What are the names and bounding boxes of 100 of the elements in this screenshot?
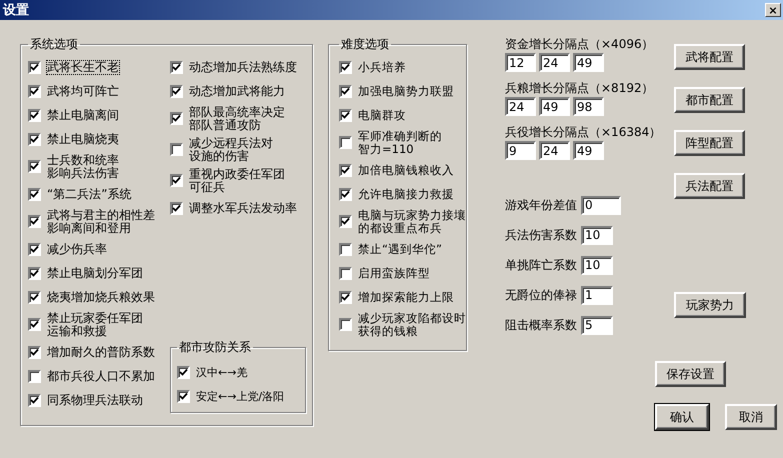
checkbox-label: 增加耐久的普防系数 <box>47 346 155 358</box>
checkbox-label: 重视内政委任军团 可征兵 <box>189 168 285 194</box>
checkbox[interactable] <box>28 215 41 228</box>
checkbox-label: 武将均可阵亡 <box>47 84 119 98</box>
number-field[interactable]: 24 <box>539 53 570 72</box>
checkbox-label: 小兵培养 <box>358 60 406 74</box>
checkbox[interactable] <box>28 160 41 173</box>
checkbox-label: 同系物理兵法联动 <box>47 394 143 406</box>
checkbox[interactable] <box>339 242 352 256</box>
checkbox[interactable] <box>339 164 352 176</box>
number-field[interactable]: 10 <box>581 256 613 274</box>
checkbox-label: 士兵数和统率 影响兵法伤害 <box>47 154 119 180</box>
number-field[interactable]: 98 <box>573 97 604 116</box>
checkbox-label: 禁止电脑划分军团 <box>47 266 143 280</box>
checkbox[interactable] <box>339 188 352 200</box>
checkbox[interactable] <box>177 366 190 378</box>
checkbox[interactable] <box>170 84 183 98</box>
number-field[interactable]: 0 <box>581 196 621 214</box>
checkbox[interactable] <box>28 108 41 122</box>
checkbox[interactable] <box>339 318 352 331</box>
checkbox-label: 调整水军兵法发动率 <box>189 202 297 214</box>
number-field[interactable]: 9 <box>505 141 536 160</box>
checkbox[interactable] <box>28 318 41 331</box>
number-field[interactable]: 5 <box>581 316 613 334</box>
checkbox-label: 加倍电脑钱粮收入 <box>358 164 454 176</box>
ok-button[interactable]: 确认 <box>655 404 709 430</box>
checkbox[interactable] <box>28 188 41 200</box>
checkbox-label: 禁止电脑烧夷 <box>47 132 119 146</box>
checkbox[interactable] <box>170 112 183 125</box>
checkbox[interactable] <box>339 108 352 122</box>
checkbox-label: 禁止“遇到华佗” <box>358 242 442 256</box>
checkbox-label: 烧夷增加烧兵粮效果 <box>47 290 155 304</box>
checkbox[interactable] <box>28 370 41 382</box>
checkbox-label: 减少远程兵法对 设施的伤害 <box>189 136 273 162</box>
checkbox[interactable] <box>28 84 41 98</box>
checkbox-label: 电脑群攻 <box>358 108 406 122</box>
field-label: 兵粮增长分隔点（×8192） <box>505 82 655 95</box>
checkbox-label: 动态增加兵法熟练度 <box>189 60 297 74</box>
checkbox[interactable] <box>177 390 190 402</box>
checkbox-label: 禁止电脑离间 <box>47 108 119 122</box>
number-field[interactable]: 49 <box>573 53 604 72</box>
checkbox-label: 武将与君主的相性差 影响离间和登用 <box>47 208 155 234</box>
checkbox[interactable] <box>28 394 41 406</box>
number-field[interactable]: 24 <box>505 97 536 116</box>
field-label: 单挑阵亡系数 <box>505 258 577 272</box>
checkbox[interactable] <box>339 215 352 228</box>
checkbox[interactable] <box>170 174 183 187</box>
checkbox[interactable] <box>28 266 41 280</box>
checkbox-label: 启用蛮族阵型 <box>358 266 430 280</box>
checkbox-label: 武将长生不老 <box>47 60 119 74</box>
number-field[interactable]: 12 <box>505 53 536 72</box>
checkbox-label: 安定←→上党/洛阳 <box>196 390 284 402</box>
field-label: 阻击概率系数 <box>505 318 577 332</box>
save-button[interactable]: 保存设置 <box>655 361 726 387</box>
checkbox[interactable] <box>28 60 41 74</box>
checkbox[interactable] <box>339 266 352 280</box>
checkbox-label: 增加探索能力上限 <box>358 290 454 304</box>
group-title: 难度选项 <box>340 36 390 53</box>
checkbox-label: 军师准确判断的 智力=110 <box>358 130 442 156</box>
number-field[interactable]: 49 <box>539 97 570 116</box>
config-button[interactable]: 都市配置 <box>674 87 745 113</box>
checkbox[interactable] <box>170 60 183 74</box>
checkbox-label: 允许电脑接力救援 <box>358 188 454 200</box>
config-button[interactable]: 阵型配置 <box>674 130 745 156</box>
field-label: 资金增长分隔点（×4096） <box>505 38 655 51</box>
checkbox-label: 动态增加武将能力 <box>189 84 285 98</box>
cancel-button[interactable]: 取消 <box>725 404 777 430</box>
window-title: 设置 <box>3 2 29 19</box>
checkbox[interactable] <box>339 290 352 304</box>
number-field[interactable]: 24 <box>539 141 570 160</box>
checkbox-label: 汉中←→羌 <box>196 366 248 378</box>
field-label: 无爵位的俸禄 <box>505 288 577 302</box>
number-field[interactable]: 1 <box>581 286 613 304</box>
checkbox[interactable] <box>339 60 352 74</box>
checkbox-label: 都市兵役人口不累加 <box>47 370 155 382</box>
group-title: 系统选项 <box>29 36 79 53</box>
field-label: 兵法伤害系数 <box>505 228 577 242</box>
close-button[interactable]: × <box>765 3 781 17</box>
number-field[interactable]: 49 <box>573 141 604 160</box>
checkbox[interactable] <box>170 143 183 156</box>
checkbox[interactable] <box>339 136 352 149</box>
config-button[interactable]: 兵法配置 <box>674 173 745 199</box>
checkbox-label: 电脑与玩家势力接壤 的都设重点布兵 <box>358 208 466 234</box>
checkbox-label: “第二兵法”系统 <box>47 188 132 200</box>
checkbox-label: 减少伤兵率 <box>47 242 107 256</box>
checkbox[interactable] <box>339 84 352 98</box>
checkbox[interactable] <box>28 290 41 304</box>
field-label: 游戏年份差值 <box>505 198 577 212</box>
checkbox[interactable] <box>28 242 41 256</box>
checkbox[interactable] <box>170 202 183 214</box>
number-field[interactable]: 10 <box>581 226 613 244</box>
checkbox-label: 减少玩家攻陷都设时 获得的钱粮 <box>358 312 466 338</box>
config-button[interactable]: 武将配置 <box>674 44 745 70</box>
checkbox-label: 禁止玩家委任军团 运输和救援 <box>47 312 143 338</box>
checkbox-label: 加强电脑势力联盟 <box>358 84 454 98</box>
group-title: 都市攻防关系 <box>178 339 252 356</box>
field-label: 兵役增长分隔点（×16384） <box>505 126 655 139</box>
player-forces-button[interactable]: 玩家势力 <box>674 292 746 318</box>
checkbox[interactable] <box>28 132 41 146</box>
checkbox[interactable] <box>28 346 41 358</box>
